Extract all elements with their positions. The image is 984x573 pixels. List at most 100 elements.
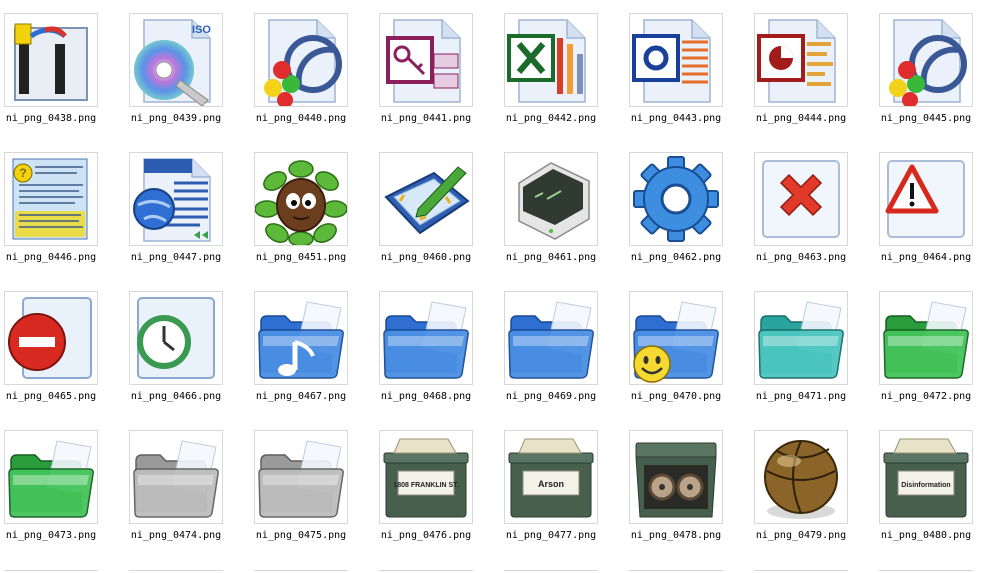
file-tile[interactable]: ni_png_0462.png: [625, 139, 750, 278]
file-thumbnail[interactable]: [629, 152, 723, 246]
file-tile[interactable]: ni_png_0465.png: [0, 278, 125, 417]
file-thumbnail[interactable]: Arson: [504, 430, 598, 524]
file-tile[interactable]: ni_png_0451.png: [250, 139, 375, 278]
excel-icon: [507, 19, 586, 103]
file-tile[interactable]: ISO ni_png_0439.png: [125, 0, 250, 139]
file-tile[interactable]: ni_png_0440.png: [250, 0, 375, 139]
file-tile[interactable]: ni_png_0443.png: [625, 0, 750, 139]
file-thumbnail[interactable]: [4, 430, 98, 524]
leather-ball-icon: [764, 440, 838, 519]
file-thumbnail[interactable]: [129, 291, 223, 385]
file-tile[interactable]: ni_png_0475.png: [250, 417, 375, 556]
creature-in-leaves-icon: [255, 160, 347, 245]
file-thumbnail[interactable]: [4, 13, 98, 107]
file-tile[interactable]: ni_png_0441.png: [375, 0, 500, 139]
file-name-label: ni_png_0447.png: [130, 252, 222, 263]
file-thumbnail[interactable]: [254, 13, 348, 107]
file-thumbnail[interactable]: ISO: [129, 13, 223, 107]
file-name-label: ni_png_0480.png: [880, 530, 972, 541]
file-thumbnail[interactable]: [754, 152, 848, 246]
file-tile[interactable]: Arson ni_png_0477.png: [500, 417, 625, 556]
file-tile[interactable]: ni_png_0479.png: [750, 417, 875, 556]
file-name-label: ni_png_0476.png: [380, 530, 472, 541]
file-name-label: ni_png_0471.png: [755, 391, 847, 402]
file-name-label: ni_png_0441.png: [380, 113, 472, 124]
blue-folder-icon: [383, 301, 469, 379]
file-thumbnail[interactable]: [254, 430, 348, 524]
file-tile[interactable]: ni_png_0444.png: [750, 0, 875, 139]
file-name-label: ni_png_0445.png: [880, 113, 972, 124]
file-thumbnail[interactable]: [504, 152, 598, 246]
file-tile[interactable]: ni_png_0460.png: [375, 139, 500, 278]
file-tile[interactable]: 1808 FRANKLIN ST. ni_png_0476.png: [375, 417, 500, 556]
file-tile[interactable]: ni_png_0469.png: [500, 278, 625, 417]
file-thumbnail[interactable]: 1808 FRANKLIN ST.: [379, 430, 473, 524]
file-thumbnail[interactable]: [629, 13, 723, 107]
file-name-label: ni_png_0464.png: [880, 252, 972, 263]
file-tile[interactable]: ni_png_0463.png: [750, 139, 875, 278]
file-name-label: ni_png_0439.png: [130, 113, 222, 124]
file-name-label: ni_png_0463.png: [755, 252, 847, 263]
file-tile[interactable]: ni_png_0471.png: [750, 278, 875, 417]
file-tile[interactable]: ni_png_0445.png: [875, 0, 984, 139]
file-tile[interactable]: ni_png_0461.png: [500, 139, 625, 278]
tablet-pen-icon: [384, 166, 470, 235]
svg-text:ISO: ISO: [192, 24, 211, 36]
file-thumbnail[interactable]: [504, 13, 598, 107]
file-tile[interactable]: ni_png_0447.png: [125, 139, 250, 278]
file-name-label: ni_png_0461.png: [505, 252, 597, 263]
file-thumbnail[interactable]: [754, 13, 848, 107]
blue-folder-icon: [508, 301, 594, 379]
file-thumbnail[interactable]: [254, 152, 348, 246]
file-thumbnail[interactable]: [504, 291, 598, 385]
file-tile[interactable]: ni_png_0466.png: [125, 278, 250, 417]
file-tile[interactable]: ni_png_0470.png: [625, 278, 750, 417]
file-thumbnail[interactable]: [379, 152, 473, 246]
file-name-label: ni_png_0442.png: [505, 113, 597, 124]
file-name-label: ni_png_0444.png: [755, 113, 847, 124]
file-tile[interactable]: ? ni_png_0446.png: [0, 139, 125, 278]
open-box-reels-icon: [635, 442, 717, 518]
file-thumbnail[interactable]: Disinformation: [879, 430, 973, 524]
storage-box-icon: Disinformation: [883, 438, 969, 518]
file-name-label: ni_png_0470.png: [630, 391, 722, 402]
help-document-icon: ?: [12, 158, 88, 240]
file-tile[interactable]: ni_png_0478.png: [625, 417, 750, 556]
file-tile[interactable]: ni_png_0467.png: [250, 278, 375, 417]
storage-box-icon: 1808 FRANKLIN ST.: [383, 438, 469, 518]
file-tile[interactable]: ni_png_0473.png: [0, 417, 125, 556]
rss-colored-balls-icon: [889, 19, 967, 106]
file-tile[interactable]: ni_png_0464.png: [875, 139, 984, 278]
file-thumbnail[interactable]: [879, 13, 973, 107]
stop-sign-icon: [8, 297, 92, 379]
file-thumbnail[interactable]: [4, 291, 98, 385]
file-name-label: ni_png_0467.png: [255, 391, 347, 402]
file-name-label: ni_png_0438.png: [5, 113, 97, 124]
file-tile[interactable]: ni_png_0472.png: [875, 278, 984, 417]
file-thumbnail[interactable]: [754, 291, 848, 385]
music-folder-icon: [258, 301, 344, 379]
file-tile[interactable]: ni_png_0468.png: [375, 278, 500, 417]
file-thumbnail-grid: ni_png_0438.png ISO ni_png_0439.png ni_png_…: [0, 0, 984, 572]
file-tile[interactable]: ni_png_0438.png: [0, 0, 125, 139]
file-tile[interactable]: ni_png_0442.png: [500, 0, 625, 139]
file-thumbnail[interactable]: [129, 430, 223, 524]
file-thumbnail[interactable]: ?: [4, 152, 98, 246]
file-thumbnail[interactable]: [254, 291, 348, 385]
gray-folder-icon: [133, 440, 219, 518]
file-name-label: ni_png_0479.png: [755, 530, 847, 541]
file-name-label: ni_png_0465.png: [5, 391, 97, 402]
file-thumbnail[interactable]: [379, 13, 473, 107]
file-tile[interactable]: ni_png_0474.png: [125, 417, 250, 556]
file-thumbnail[interactable]: [629, 291, 723, 385]
file-name-label: ni_png_0460.png: [380, 252, 472, 263]
file-tile[interactable]: Disinformation ni_png_0480.png: [875, 417, 984, 556]
file-thumbnail[interactable]: [379, 291, 473, 385]
file-name-label: ni_png_0469.png: [505, 391, 597, 402]
file-thumbnail[interactable]: [879, 291, 973, 385]
file-thumbnail[interactable]: [129, 152, 223, 246]
file-thumbnail[interactable]: [629, 430, 723, 524]
svg-text:?: ?: [19, 166, 26, 180]
file-thumbnail[interactable]: [754, 430, 848, 524]
file-thumbnail[interactable]: [879, 152, 973, 246]
